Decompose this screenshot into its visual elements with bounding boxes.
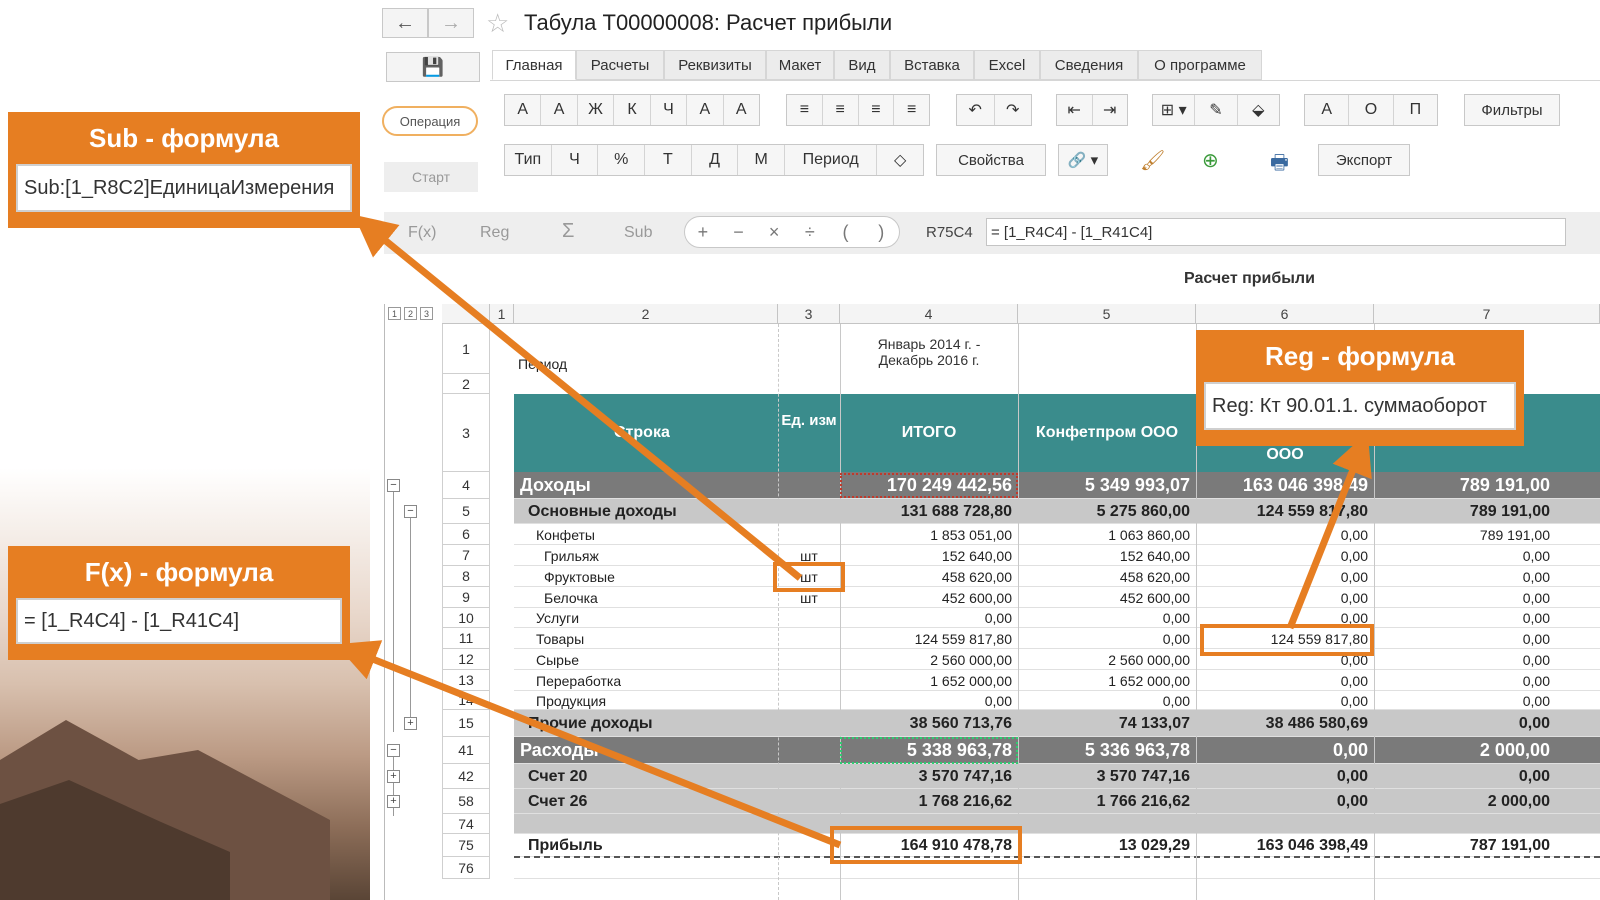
callout-reg-value: Reg: Кт 90.01.1. суммаоборот: [1204, 382, 1516, 430]
callout-sub-value: Sub:[1_R8C2]ЕдиницаИзмерения: [16, 164, 352, 212]
arrow-sub: [353, 214, 803, 581]
callout-fx-value: = [1_R4C4] - [1_R41C4]: [16, 598, 342, 644]
callout-fx: F(x) - формула = [1_R4C4] - [1_R41C4]: [8, 546, 350, 660]
callout-sub-title: Sub - формула: [88, 122, 280, 153]
callout-fx-title: F(x) - формула: [84, 556, 274, 587]
callout-reg: Reg - формула Reg: Кт 90.01.1. суммаобор…: [1196, 330, 1524, 446]
arrow-fx: [335, 640, 842, 849]
callout-reg-title: Reg - формула: [1264, 340, 1456, 371]
callout-sub: Sub - формула Sub:[1_R8C2]ЕдиницаИзмерен…: [8, 112, 360, 228]
arrow-reg: [1286, 432, 1372, 630]
